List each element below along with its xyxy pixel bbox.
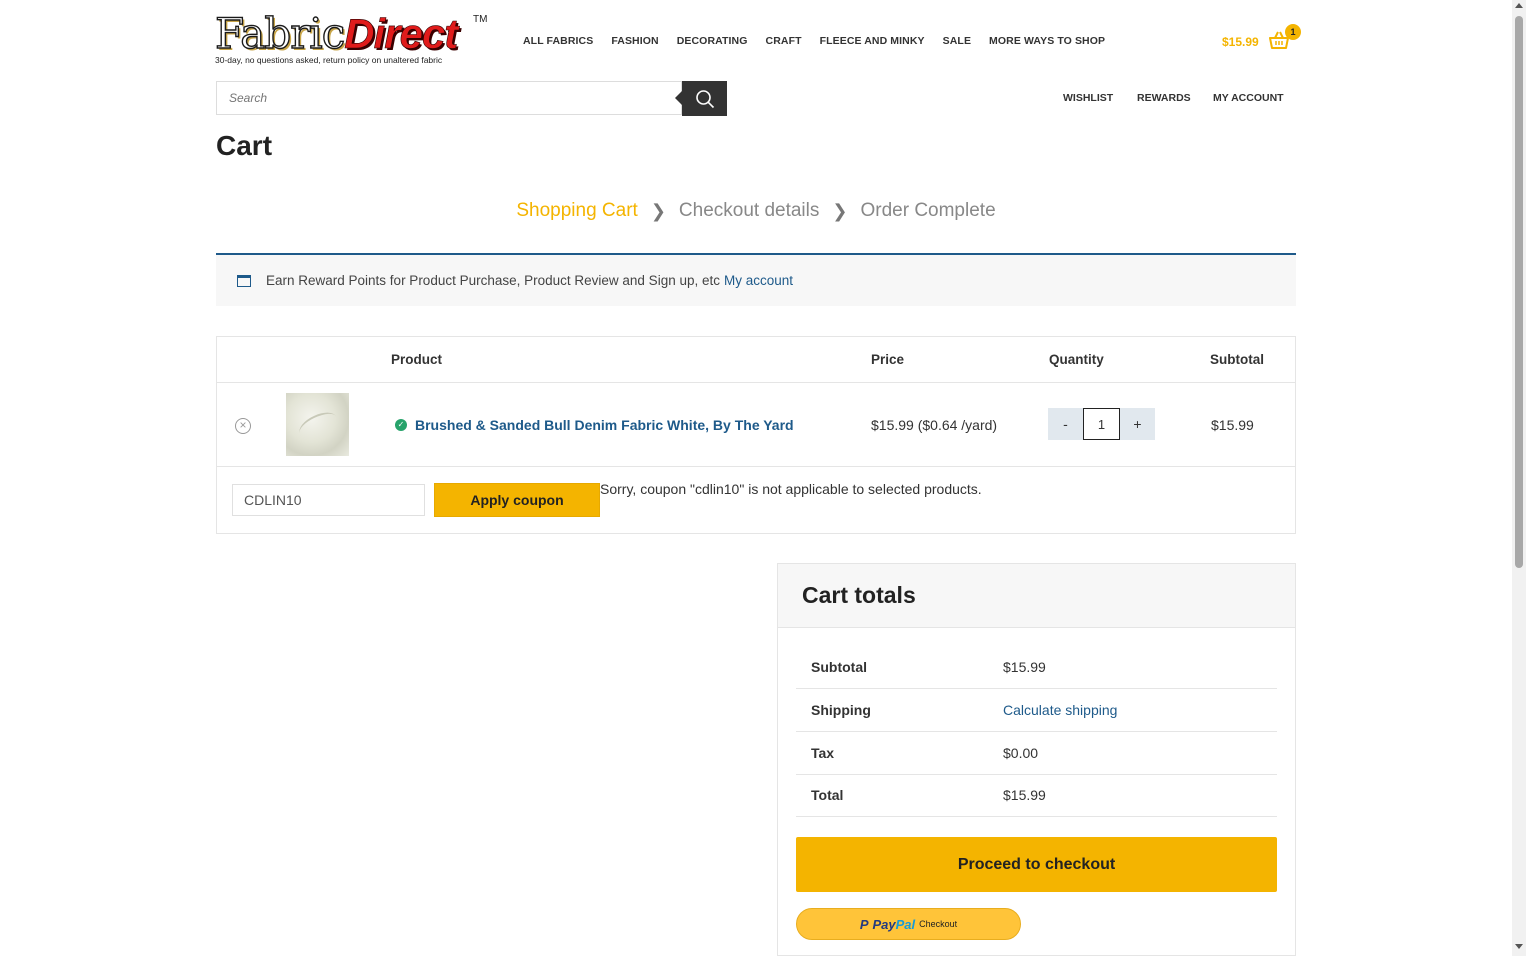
wishlist-link[interactable]: WISHLIST — [1063, 92, 1113, 104]
proceed-to-checkout-button[interactable]: Proceed to checkout — [796, 837, 1277, 892]
product-thumbnail[interactable] — [286, 393, 349, 456]
notice-my-account-link[interactable]: My account — [724, 273, 793, 288]
site-logo[interactable]: FabricDirect TM 30-day, no questions ask… — [214, 9, 490, 68]
nav-sale[interactable]: SALE — [943, 35, 971, 47]
checkout-steps: Shopping Cart ❯ Checkout details ❯ Order… — [0, 200, 1512, 222]
quantity-increase-button[interactable]: + — [1120, 408, 1155, 440]
chevron-right-icon: ❯ — [832, 200, 848, 221]
subtotal-value: $15.99 — [1003, 659, 1046, 675]
window-icon — [237, 274, 251, 287]
coupon-row: Apply coupon Sorry, coupon "cdlin10" is … — [217, 467, 1295, 533]
total-label: Total — [811, 787, 844, 803]
subtotal-label: Subtotal — [811, 659, 867, 675]
tax-value: $0.00 — [1003, 745, 1039, 761]
header-product: Product — [391, 352, 443, 367]
reward-notice: Earn Reward Points for Product Purchase,… — [216, 253, 1296, 306]
logo-trademark: TM — [473, 14, 488, 25]
logo-word-direct: Direct — [344, 10, 459, 58]
rewards-label: REWARDS — [1137, 92, 1191, 104]
page-title: Cart — [216, 130, 273, 161]
totals-row-subtotal: Subtotal $15.99 — [796, 646, 1277, 689]
cart-totals-title: Cart totals — [802, 582, 916, 608]
paypal-word-pal: Pal — [895, 916, 916, 932]
shipping-label: Shipping — [811, 702, 871, 718]
header-quantity: Quantity — [1049, 352, 1104, 367]
remove-item-icon[interactable]: × — [235, 418, 251, 434]
nav-decorating[interactable]: DECORATING — [677, 35, 748, 47]
chevron-right-icon: ❯ — [650, 200, 666, 221]
search-button[interactable] — [675, 81, 727, 116]
logo-word-fabric: Fabric — [214, 9, 346, 58]
notice-text: Earn Reward Points for Product Purchase,… — [266, 273, 720, 288]
paypal-icon: P — [859, 916, 869, 932]
cart-count-badge[interactable]: 1 — [1285, 24, 1301, 40]
in-stock-check-icon: ✓ — [395, 419, 407, 431]
coupon-code-input[interactable] — [232, 484, 425, 516]
my-account-label: MY ACCOUNT — [1213, 92, 1284, 104]
coupon-error-message: Sorry, coupon "cdlin10" is not applicabl… — [600, 481, 982, 497]
step-order-complete: Order Complete — [860, 200, 996, 221]
search-field — [216, 81, 682, 115]
totals-row-total: Total $15.99 — [796, 774, 1277, 817]
quantity-input[interactable] — [1083, 408, 1120, 440]
logo-tagline: 30-day, no questions asked, return polic… — [215, 55, 443, 65]
table-row: × ✓ Brushed & Sanded Bull Denim Fabric W… — [217, 383, 1295, 467]
my-account-link[interactable]: MY ACCOUNT — [1213, 92, 1284, 104]
total-value: $15.99 — [1003, 787, 1046, 803]
search-input[interactable] — [217, 82, 681, 114]
cart-totals-header: Cart totals — [778, 564, 1295, 628]
product-subtotal: $15.99 — [1211, 417, 1254, 433]
nav-fashion[interactable]: FASHION — [611, 35, 658, 47]
paypal-checkout-label: Checkout — [919, 919, 958, 929]
quantity-decrease-button[interactable]: - — [1048, 408, 1083, 440]
quantity-stepper: - + — [1048, 408, 1155, 440]
cart-totals: Cart totals Subtotal $15.99 Shipping Cal… — [777, 563, 1296, 956]
wishlist-label: WISHLIST — [1063, 92, 1114, 104]
calculate-shipping-link[interactable]: Calculate shipping — [1003, 702, 1117, 718]
search-icon — [695, 89, 714, 108]
header-cart-amount[interactable]: $15.99 — [1222, 35, 1259, 49]
scroll-up-arrow-icon[interactable] — [1515, 3, 1523, 8]
totals-row-tax: Tax $0.00 — [796, 732, 1277, 775]
step-shopping-cart[interactable]: Shopping Cart — [516, 200, 637, 222]
nav-fleece-and-minky[interactable]: FLEECE AND MINKY — [820, 35, 925, 47]
tax-label: Tax — [811, 745, 835, 761]
nav-craft[interactable]: CRAFT — [766, 35, 802, 47]
header-price: Price — [871, 352, 905, 367]
paypal-word-pay: Pay — [872, 916, 896, 932]
page-scrollbar[interactable] — [1512, 0, 1526, 956]
paypal-checkout-button[interactable]: P PayPal Checkout — [796, 908, 1021, 940]
product-price: $15.99 ($0.64 /yard) — [871, 417, 998, 433]
scrollbar-thumb[interactable] — [1515, 16, 1523, 568]
main-nav: ALL FABRICS FASHION DECORATING CRAFT FLE… — [523, 35, 1123, 47]
nav-more-ways-to-shop[interactable]: MORE WAYS TO SHOP — [989, 35, 1105, 47]
paypal-wordmark: PayPal — [872, 917, 915, 932]
cart-table: Product Price Quantity Subtotal × ✓ Brus… — [216, 336, 1296, 534]
step-checkout-details[interactable]: Checkout details — [679, 200, 819, 222]
rewards-link[interactable]: REWARDS — [1137, 92, 1191, 104]
nav-all-fabrics[interactable]: ALL FABRICS — [523, 35, 593, 47]
header-subtotal: Subtotal — [1210, 352, 1264, 367]
apply-coupon-button[interactable]: Apply coupon — [434, 483, 600, 517]
table-header: Product Price Quantity Subtotal — [217, 337, 1295, 383]
totals-row-shipping: Shipping Calculate shipping — [796, 689, 1277, 732]
scroll-down-arrow-icon[interactable] — [1515, 944, 1523, 949]
logo-wordmark: FabricDirect — [214, 9, 459, 58]
product-name-link[interactable]: Brushed & Sanded Bull Denim Fabric White… — [415, 417, 794, 433]
